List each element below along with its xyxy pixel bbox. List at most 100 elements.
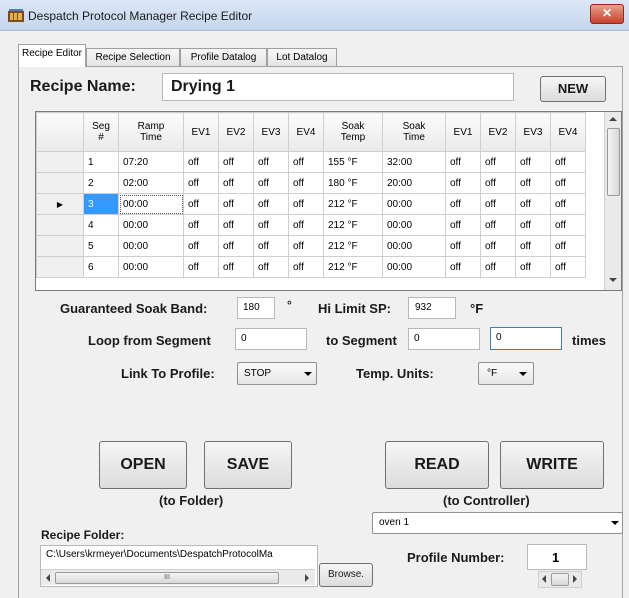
tab-recipe-selection[interactable]: Recipe Selection	[86, 48, 180, 66]
row-header[interactable]	[36, 151, 84, 173]
cell-ev4[interactable]: off	[288, 193, 324, 215]
cell-soak-time[interactable]: 00:00	[382, 193, 446, 215]
cell-ev2[interactable]: off	[218, 235, 254, 257]
table-row[interactable]: 4 00:00 off off off off 212 °F 00:00 off…	[36, 214, 586, 236]
cell-ev4[interactable]: off	[288, 172, 324, 194]
grid-scroll-thumb[interactable]	[607, 128, 620, 196]
cell-ramp-time[interactable]: 00:00	[118, 214, 184, 236]
cell-ev3[interactable]: off	[253, 151, 289, 173]
cell-ev3[interactable]: off	[253, 256, 289, 278]
row-header[interactable]	[36, 256, 84, 278]
cell-ev3[interactable]: off	[253, 172, 289, 194]
cell-soak-time[interactable]: 32:00	[382, 151, 446, 173]
cell-seg[interactable]: 1	[83, 151, 119, 173]
cell-seg[interactable]: 4	[83, 214, 119, 236]
save-button[interactable]: SAVE	[204, 441, 292, 489]
cell-ev3-soak[interactable]: off	[515, 151, 551, 173]
cell-ev1-soak[interactable]: off	[445, 151, 481, 173]
cell-ev4-soak[interactable]: off	[550, 172, 586, 194]
loop-times-input[interactable]: 0	[490, 327, 562, 350]
scroll-left-icon[interactable]	[46, 574, 50, 582]
cell-ev4-soak[interactable]: off	[550, 214, 586, 236]
scroll-left-icon[interactable]	[542, 575, 546, 583]
new-button[interactable]: NEW	[540, 76, 606, 102]
cell-ev2-soak[interactable]: off	[480, 172, 516, 194]
cell-soak-temp[interactable]: 212 °F	[323, 256, 383, 278]
cell-soak-time[interactable]: 00:00	[382, 214, 446, 236]
cell-ev1[interactable]: off	[183, 193, 219, 215]
loop-to-input[interactable]: 0	[408, 328, 480, 350]
tab-lot-datalog[interactable]: Lot Datalog	[267, 48, 337, 66]
loop-from-input[interactable]: 0	[235, 328, 307, 350]
recipe-name-field[interactable]: Drying 1	[162, 73, 514, 101]
profile-scroll-thumb[interactable]	[551, 573, 569, 586]
grid-vertical-scrollbar[interactable]	[604, 112, 621, 290]
cell-ev2[interactable]: off	[218, 151, 254, 173]
cell-seg[interactable]: 5	[83, 235, 119, 257]
browse-button[interactable]: Browse.	[319, 563, 373, 587]
row-header[interactable]: ▶	[36, 193, 84, 215]
cell-ev3-soak[interactable]: off	[515, 193, 551, 215]
open-button[interactable]: OPEN	[99, 441, 187, 489]
col-header-ramp-time[interactable]: Ramp Time	[118, 112, 184, 152]
cell-ev1[interactable]: off	[183, 256, 219, 278]
cell-ev2[interactable]: off	[218, 256, 254, 278]
cell-soak-temp[interactable]: 180 °F	[323, 172, 383, 194]
table-row[interactable]: 5 00:00 off off off off 212 °F 00:00 off…	[36, 235, 586, 257]
read-button[interactable]: READ	[385, 441, 489, 489]
scroll-up-icon[interactable]	[609, 117, 617, 121]
cell-seg[interactable]: 2	[83, 172, 119, 194]
hi-limit-input[interactable]: 932	[408, 297, 456, 319]
cell-ev3-soak[interactable]: off	[515, 256, 551, 278]
cell-ev1[interactable]: off	[183, 214, 219, 236]
col-header-soak-time[interactable]: Soak Time	[382, 112, 446, 152]
path-horizontal-scrollbar[interactable]: III	[41, 569, 315, 585]
col-header-ev3[interactable]: EV3	[253, 112, 289, 152]
col-header-seg[interactable]: Seg #	[83, 112, 119, 152]
link-profile-select[interactable]: STOP	[237, 362, 317, 385]
cell-ev1-soak[interactable]: off	[445, 256, 481, 278]
recipe-folder-path-field[interactable]: C:\Users\krmeyer\Documents\DespatchProto…	[40, 545, 318, 587]
col-header-ev3-soak[interactable]: EV3	[515, 112, 551, 152]
cell-ev4-soak[interactable]: off	[550, 151, 586, 173]
scroll-right-icon[interactable]	[305, 574, 309, 582]
col-header-ev2-soak[interactable]: EV2	[480, 112, 516, 152]
cell-ev4[interactable]: off	[288, 214, 324, 236]
table-row[interactable]: 2 02:00 off off off off 180 °F 20:00 off…	[36, 172, 586, 194]
scroll-down-icon[interactable]	[609, 278, 617, 282]
cell-seg[interactable]: 6	[83, 256, 119, 278]
cell-ev1-soak[interactable]: off	[445, 193, 481, 215]
profile-number-scrollbar[interactable]	[538, 571, 582, 588]
tab-profile-datalog[interactable]: Profile Datalog	[180, 48, 267, 66]
close-button[interactable]: ✕	[590, 4, 624, 24]
col-header-ev4[interactable]: EV4	[288, 112, 324, 152]
col-header-ev2[interactable]: EV2	[218, 112, 254, 152]
cell-ev4-soak[interactable]: off	[550, 256, 586, 278]
cell-soak-time[interactable]: 00:00	[382, 256, 446, 278]
cell-soak-time[interactable]: 00:00	[382, 235, 446, 257]
cell-ramp-time[interactable]: 07:20	[118, 151, 184, 173]
tab-recipe-editor[interactable]: Recipe Editor	[18, 44, 86, 67]
col-header-ev1[interactable]: EV1	[183, 112, 219, 152]
cell-ev1-soak[interactable]: off	[445, 214, 481, 236]
cell-ev3-soak[interactable]: off	[515, 172, 551, 194]
row-header[interactable]	[36, 214, 84, 236]
cell-soak-temp[interactable]: 212 °F	[323, 235, 383, 257]
cell-ramp-time[interactable]: 00:00	[118, 256, 184, 278]
cell-soak-temp[interactable]: 212 °F	[323, 214, 383, 236]
cell-ev3-soak[interactable]: off	[515, 235, 551, 257]
cell-ramp-time[interactable]: 00:00	[118, 235, 184, 257]
table-row-selected[interactable]: ▶ 3 00:00 off off off off 212 °F 00:00 o…	[36, 193, 586, 215]
segment-grid[interactable]: Seg # Ramp Time EV1 EV2 EV3 EV4 Soak Temp S…	[35, 111, 622, 291]
cell-ev3-soak[interactable]: off	[515, 214, 551, 236]
cell-ev2[interactable]: off	[218, 172, 254, 194]
temp-units-select[interactable]: °F	[478, 362, 534, 385]
scroll-right-icon[interactable]	[573, 575, 577, 583]
cell-ev2[interactable]: off	[218, 214, 254, 236]
cell-ev1-soak[interactable]: off	[445, 235, 481, 257]
row-header[interactable]	[36, 235, 84, 257]
cell-ev3[interactable]: off	[253, 193, 289, 215]
cell-ramp-time[interactable]: 02:00	[118, 172, 184, 194]
cell-ev1[interactable]: off	[183, 235, 219, 257]
controller-select[interactable]: oven 1	[372, 512, 623, 534]
